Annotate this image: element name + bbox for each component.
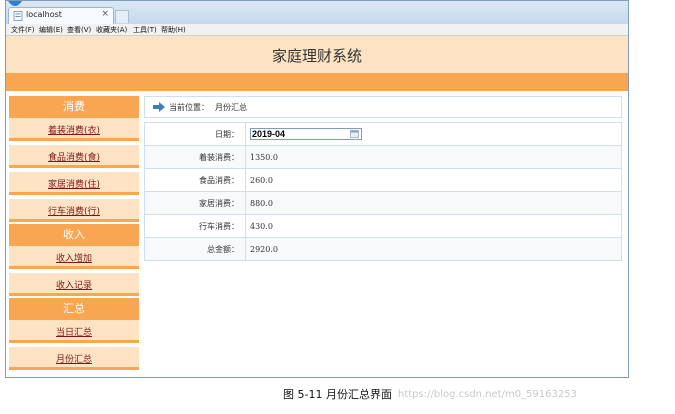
page-header: 家庭理财系统: [6, 36, 628, 73]
breadcrumb-label: 当前位置：: [169, 103, 209, 112]
menu-tools[interactable]: 工具(T): [133, 25, 157, 35]
form-row: 家居消费： 880.0: [144, 191, 622, 215]
sidebar-item-monthly-summary[interactable]: 月份汇总: [9, 347, 139, 370]
sidebar-section-income: 收入: [9, 224, 139, 246]
sidebar-item-income-add[interactable]: 收入增加: [9, 246, 139, 269]
sidebar-link-income-add[interactable]: 收入增加: [56, 251, 92, 264]
food-value: 260.0: [245, 168, 622, 192]
sidebar-item-daily-summary[interactable]: 当日汇总: [9, 320, 139, 343]
menu-file[interactable]: 文件(F): [11, 25, 35, 35]
tab-title: localhost: [26, 10, 62, 19]
date-field[interactable]: [250, 128, 362, 140]
breadcrumb: 当前位置： 月份汇总: [144, 96, 622, 118]
page-icon: [13, 11, 23, 21]
sidebar-item-income-records[interactable]: 收入记录: [9, 273, 139, 296]
browser-tab[interactable]: localhost ×: [8, 7, 114, 24]
breadcrumb-current: 月份汇总: [215, 103, 247, 112]
sidebar-link-daily-summary[interactable]: 当日汇总: [56, 325, 92, 338]
browser-window: localhost × 文件(F) 编辑(E) 查看(V) 收藏夹(A) 工具(…: [5, 0, 629, 378]
menu-help[interactable]: 帮助(H): [161, 25, 186, 35]
sidebar-item-clothing[interactable]: 着装消费(衣): [9, 118, 139, 141]
tab-bar: localhost ×: [6, 1, 628, 24]
watermark: https://blog.csdn.net/m0_59163253: [398, 389, 577, 400]
total-label: 总金额：: [144, 237, 246, 261]
sidebar-link-home[interactable]: 家居消费(住): [48, 177, 100, 190]
form-row: 着装消费： 1350.0: [144, 145, 622, 169]
sidebar-link-travel[interactable]: 行车消费(行): [48, 204, 100, 217]
tab-close-icon[interactable]: ×: [101, 9, 109, 19]
new-tab-button[interactable]: [115, 10, 129, 23]
menu-favorites[interactable]: 收藏夹(A): [96, 25, 127, 35]
web-page: 家庭理财系统 消费 着装消费(衣) 食品消费(食) 家居消费(住) 行车消费(行…: [6, 36, 628, 377]
sidebar-link-clothing[interactable]: 着装消费(衣): [48, 123, 100, 136]
form-row: 行车消费： 430.0: [144, 214, 622, 238]
clothing-value: 1350.0: [245, 145, 622, 169]
sidebar-item-food[interactable]: 食品消费(食): [9, 145, 139, 168]
form-row: 食品消费： 260.0: [144, 168, 622, 192]
clothing-label: 着装消费：: [144, 145, 246, 169]
site-title: 家庭理财系统: [271, 47, 362, 65]
total-value: 2920.0: [245, 237, 622, 261]
food-label: 食品消费：: [144, 168, 246, 192]
calendar-icon[interactable]: [350, 130, 359, 138]
sidebar-link-income-records[interactable]: 收入记录: [56, 278, 92, 291]
menu-bar: 文件(F) 编辑(E) 查看(V) 收藏夹(A) 工具(T) 帮助(H): [6, 24, 628, 36]
sidebar-section-summary: 汇总: [9, 298, 139, 320]
sidebar-link-monthly-summary[interactable]: 月份汇总: [56, 352, 92, 365]
sidebar-item-travel[interactable]: 行车消费(行): [9, 199, 139, 222]
home-label: 家居消费：: [144, 191, 246, 215]
menu-edit[interactable]: 编辑(E): [39, 25, 63, 35]
arrow-right-icon: [153, 102, 165, 112]
header-band: [6, 73, 628, 91]
travel-value: 430.0: [245, 214, 622, 238]
sidebar-item-home[interactable]: 家居消费(住): [9, 172, 139, 195]
date-label: 日期：: [144, 122, 246, 146]
summary-form: 日期： 着装消费： 1350.0 食品消费： 260.0: [144, 122, 622, 261]
home-value: 880.0: [245, 191, 622, 215]
sidebar-section-consumption: 消费: [9, 96, 139, 118]
sidebar-link-food[interactable]: 食品消费(食): [48, 150, 100, 163]
menu-view[interactable]: 查看(V): [67, 25, 91, 35]
form-row: 总金额： 2920.0: [144, 237, 622, 261]
travel-label: 行车消费：: [144, 214, 246, 238]
date-input[interactable]: [252, 129, 344, 139]
form-row-date: 日期：: [144, 122, 622, 146]
sidebar: 消费 着装消费(衣) 食品消费(食) 家居消费(住) 行车消费(行) 收入 收入…: [9, 96, 139, 377]
